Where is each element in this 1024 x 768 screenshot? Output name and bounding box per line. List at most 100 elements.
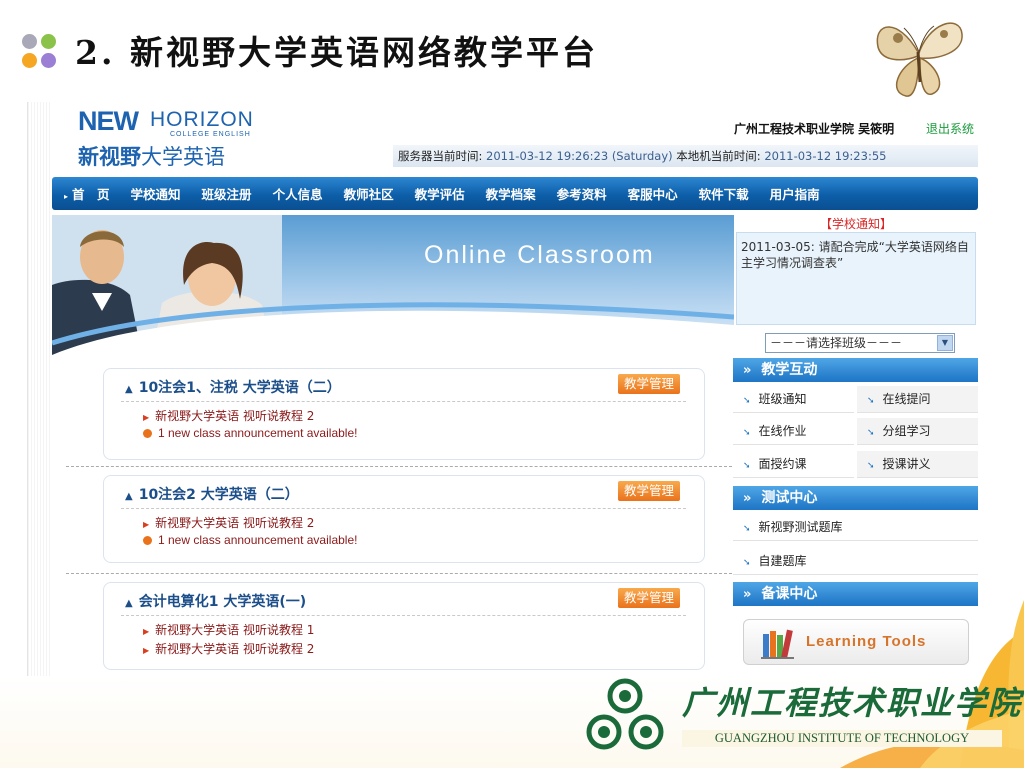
course-material-link[interactable]: ▶ 新视野大学英语 视听说教程 1 bbox=[143, 621, 314, 638]
divider bbox=[121, 615, 686, 616]
side-link-label: 授课讲义 bbox=[882, 457, 931, 471]
arrow-bullet-icon: ▶ bbox=[143, 627, 150, 636]
nav-reference[interactable]: 参考资料 bbox=[557, 184, 607, 203]
nav-home-label: 首 页 bbox=[72, 187, 110, 202]
nav-teacher-community[interactable]: 教师社区 bbox=[344, 184, 394, 203]
main-nav: ▸ 首 页 学校通知 班级注册 个人信息 教师社区 教学评估 教学档案 参考资料 … bbox=[52, 177, 978, 210]
announcement-text: 1 new class announcement available! bbox=[158, 426, 358, 440]
side-link-online-homework[interactable]: ➘ 在线作业 bbox=[733, 418, 854, 445]
side-link-group-study[interactable]: ➘ 分组学习 bbox=[857, 418, 978, 445]
nav-teaching-archive[interactable]: 教学档案 bbox=[486, 184, 536, 203]
teaching-interaction-heading: » 教学互动 bbox=[733, 358, 978, 382]
slide-header: 2. 新视野大学英语网络教学平台 bbox=[0, 0, 1024, 100]
school-notice-text[interactable]: 2011-03-05: 请配合完成“大学英语网络自主学习情况调查表” bbox=[741, 240, 969, 270]
logout-link[interactable]: 退出系统 bbox=[926, 122, 974, 136]
divider bbox=[121, 508, 686, 509]
local-time: 2011-03-12 19:23:55 bbox=[764, 149, 887, 163]
side-link-label: 班级通知 bbox=[758, 392, 807, 406]
school-notice-heading: 【学校通知】 bbox=[819, 217, 892, 231]
banner-title: Online Classroom bbox=[424, 241, 655, 269]
local-time-label: 本地机当前时间: bbox=[676, 149, 761, 163]
banner-swoosh bbox=[52, 302, 734, 355]
institute-name-cn: 广州工程技术职业学院 bbox=[682, 684, 1023, 722]
course-material-text: 新视野大学英语 视听说教程 2 bbox=[155, 516, 315, 530]
server-time-label: 服务器当前时间: bbox=[398, 149, 483, 163]
course-material-link[interactable]: ▶ 新视野大学英语 视听说教程 2 bbox=[143, 407, 314, 424]
course-title-text: 10注会2 大学英语（二） bbox=[138, 487, 299, 503]
server-time: 2011-03-12 19:26:23 (Saturday) bbox=[486, 149, 673, 163]
side-link-label: 面授约课 bbox=[758, 457, 807, 471]
side-link-online-questions[interactable]: ➘ 在线提问 bbox=[857, 386, 978, 413]
divider bbox=[66, 466, 732, 467]
side-link-label: 新视野测试题库 bbox=[758, 520, 843, 534]
course-material-link[interactable]: ▶ 新视野大学英语 视听说教程 2 bbox=[143, 514, 314, 531]
nav-teaching-eval[interactable]: 教学评估 bbox=[415, 184, 465, 203]
course-material-text: 新视野大学英语 视听说教程 2 bbox=[155, 642, 315, 656]
arrow-icon: ➘ bbox=[867, 461, 875, 471]
institute-name-en: GUANGZHOU INSTITUTE OF TECHNOLOGY bbox=[682, 730, 1002, 747]
announcement-link[interactable]: 1 new class announcement available! bbox=[143, 426, 357, 440]
user-info: 广州工程技术职业学院 吴筱明 退出系统 bbox=[734, 120, 974, 137]
nav-user-guide[interactable]: 用户指南 bbox=[770, 184, 820, 203]
online-classroom-banner: Online Classroom bbox=[52, 215, 734, 355]
test-center-title: 测试中心 bbox=[761, 490, 818, 506]
double-chevron-icon: » bbox=[743, 363, 752, 378]
announcement-text: 1 new class announcement available! bbox=[158, 533, 358, 547]
new-horizon-logo: NEW HORIZON COLLEGE ENGLISH 新视野大学英语 bbox=[78, 106, 308, 171]
logo-horizon: HORIZON bbox=[150, 108, 254, 131]
butterfly-icon bbox=[876, 22, 963, 97]
bullet-dots-icon bbox=[22, 34, 68, 76]
collapse-icon: ▲ bbox=[125, 598, 133, 609]
course-title-text: 会计电算化1 大学英语(一) bbox=[138, 594, 307, 610]
divider bbox=[66, 573, 732, 574]
announcement-icon bbox=[143, 536, 152, 545]
announcement-link[interactable]: 1 new class announcement available! bbox=[143, 533, 357, 547]
nav-customer-service[interactable]: 客服中心 bbox=[628, 184, 678, 203]
class-select-value: －－－请选择班级－－－ bbox=[770, 336, 903, 350]
institute-emblem-icon bbox=[586, 678, 664, 750]
logo-cn-bold: 新视野 bbox=[78, 145, 141, 169]
side-link-class-notice[interactable]: ➘ 班级通知 bbox=[733, 386, 854, 413]
side-link-f2f-booking[interactable]: ➘ 面授约课 bbox=[733, 451, 854, 478]
side-link-label: 分组学习 bbox=[882, 424, 931, 438]
side-link-nh-test-bank[interactable]: ➘ 新视野测试题库 bbox=[733, 514, 978, 541]
slide-title: 2. 新视野大学英语网络教学平台 bbox=[75, 33, 598, 72]
teaching-interaction-title: 教学互动 bbox=[761, 362, 818, 378]
nav-home[interactable]: ▸ 首 页 bbox=[64, 184, 110, 203]
side-link-label: 在线提问 bbox=[882, 392, 931, 406]
class-select[interactable]: －－－请选择班级－－－ ▼ bbox=[765, 333, 955, 353]
nav-school-notice[interactable]: 学校通知 bbox=[131, 184, 181, 203]
side-link-lecture-notes[interactable]: ➘ 授课讲义 bbox=[857, 451, 978, 478]
course-title[interactable]: ▲ 会计电算化1 大学英语(一) bbox=[125, 591, 306, 611]
arrow-icon: ➘ bbox=[743, 428, 751, 438]
time-bar: 服务器当前时间: 2011-03-12 19:26:23 (Saturday) … bbox=[393, 145, 978, 167]
divider bbox=[121, 401, 686, 402]
course-title[interactable]: ▲ 10注会1、注税 大学英语（二） bbox=[125, 377, 341, 397]
logo-cn: 新视野大学英语 bbox=[78, 141, 225, 171]
side-stripe bbox=[28, 102, 52, 676]
side-link-label: 自建题库 bbox=[758, 554, 807, 568]
nav-downloads[interactable]: 软件下载 bbox=[699, 184, 749, 203]
course-material-text: 新视野大学英语 视听说教程 1 bbox=[155, 623, 315, 637]
test-center-heading: » 测试中心 bbox=[733, 486, 978, 510]
logo-new: NEW bbox=[78, 106, 139, 136]
school-notice-box: 2011-03-05: 请配合完成“大学英语网络自主学习情况调查表” bbox=[736, 232, 976, 325]
arrow-icon: ➘ bbox=[867, 428, 875, 438]
arrow-icon: ➘ bbox=[867, 396, 875, 406]
arrow-bullet-icon: ▶ bbox=[143, 646, 150, 655]
course-title[interactable]: ▲ 10注会2 大学英语（二） bbox=[125, 484, 299, 504]
arrow-icon: ➘ bbox=[743, 524, 751, 534]
nav-personal-info[interactable]: 个人信息 bbox=[273, 184, 323, 203]
arrow-bullet-icon: ▶ bbox=[143, 413, 150, 422]
teaching-management-button[interactable]: 教学管理 bbox=[617, 588, 680, 608]
teaching-management-button[interactable]: 教学管理 bbox=[617, 481, 680, 501]
nav-class-register[interactable]: 班级注册 bbox=[202, 184, 252, 203]
arrow-icon: ➘ bbox=[743, 558, 751, 568]
collapse-icon: ▲ bbox=[125, 384, 133, 395]
course-material-link[interactable]: ▶ 新视野大学英语 视听说教程 2 bbox=[143, 640, 314, 657]
arrow-icon: ➘ bbox=[743, 461, 751, 471]
course-title-text: 10注会1、注税 大学英语（二） bbox=[138, 380, 341, 396]
side-link-custom-bank[interactable]: ➘ 自建题库 bbox=[733, 548, 978, 575]
teaching-management-button[interactable]: 教学管理 bbox=[617, 374, 680, 394]
course-material-text: 新视野大学英语 视听说教程 2 bbox=[155, 409, 315, 423]
